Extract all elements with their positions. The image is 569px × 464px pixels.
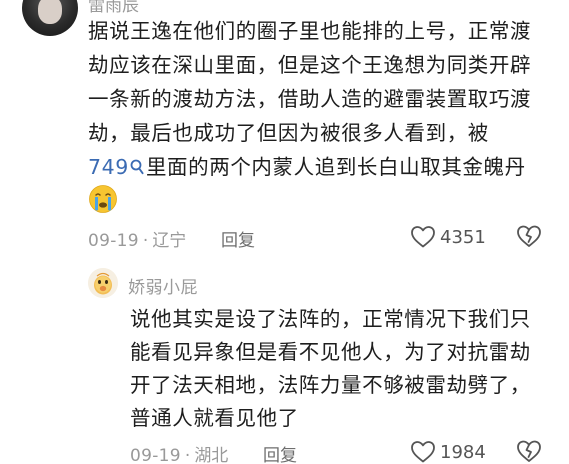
reply-like-count: 1984 bbox=[440, 441, 486, 463]
comment-line: 一条新的渡劫方法，借助人造的避雷装置取巧渡 bbox=[88, 87, 532, 111]
reply-line: 普通人就看见他了 bbox=[130, 406, 299, 430]
comment-line-rest: 里面的两个内蒙人追到长白山取其金魄丹 bbox=[145, 155, 526, 179]
comment-thread: 雷雨辰 据说王逸在他们的圈子里也能排的上号，正常渡 劫应该在深山里面，但是这个王… bbox=[0, 0, 569, 464]
reply-line: 说他其实是设了法阵的，正常情况下我们只 bbox=[130, 307, 531, 331]
like-count: 4351 bbox=[440, 226, 486, 248]
reply-reply-button[interactable]: 回复 bbox=[263, 441, 297, 464]
reply-username[interactable]: 娇弱小屁 bbox=[128, 273, 198, 298]
reply-button[interactable]: 回复 bbox=[221, 226, 255, 251]
reply-like-button[interactable]: 1984 bbox=[410, 438, 486, 464]
reply-avatar[interactable] bbox=[88, 268, 118, 298]
search-link[interactable]: 749 bbox=[88, 155, 146, 179]
comment-meta: 09-19 · 辽宁 回复 bbox=[88, 226, 255, 251]
reply-location: 湖北 bbox=[194, 446, 229, 464]
reply-date: 09-19 bbox=[130, 446, 181, 464]
comment-text: 据说王逸在他们的圈子里也能排的上号，正常渡 劫应该在深山里面，但是这个王逸想为同… bbox=[88, 14, 558, 184]
search-link-text: 749 bbox=[88, 155, 129, 179]
comment-location: 辽宁 bbox=[152, 231, 187, 251]
comment-line: 劫，最后也成功了但因为被很多人看到，被 bbox=[88, 121, 489, 145]
like-button[interactable]: 4351 bbox=[410, 223, 486, 251]
comment-line: 749 里面的两个内蒙人追到长白山取其金魄丹 bbox=[88, 150, 558, 184]
heart-icon bbox=[411, 441, 435, 463]
comment-line: 劫应该在深山里面，但是这个王逸想为同类开辟 bbox=[88, 53, 532, 77]
reply-meta: 09-19 · 湖北 回复 bbox=[130, 441, 320, 464]
heart-icon bbox=[411, 226, 435, 248]
search-icon bbox=[130, 159, 144, 175]
comment-date: 09-19 bbox=[88, 231, 139, 251]
avatar[interactable] bbox=[22, 0, 78, 36]
dislike-icon[interactable] bbox=[516, 438, 542, 464]
reply-line: 能看见异象但是看不见他人，为了对抗雷劫 bbox=[130, 340, 531, 364]
reply-line: 开了法天相地，法阵力量不够被雷劫劈了， bbox=[130, 373, 531, 397]
comment-line: 据说王逸在他们的圈子里也能排的上号，正常渡 bbox=[88, 19, 532, 43]
dislike-icon[interactable] bbox=[516, 223, 542, 249]
crying-face-icon bbox=[89, 185, 117, 213]
reply-text: 说他其实是设了法阵的，正常情况下我们只 能看见异象但是看不见他人，为了对抗雷劫 … bbox=[130, 303, 560, 435]
